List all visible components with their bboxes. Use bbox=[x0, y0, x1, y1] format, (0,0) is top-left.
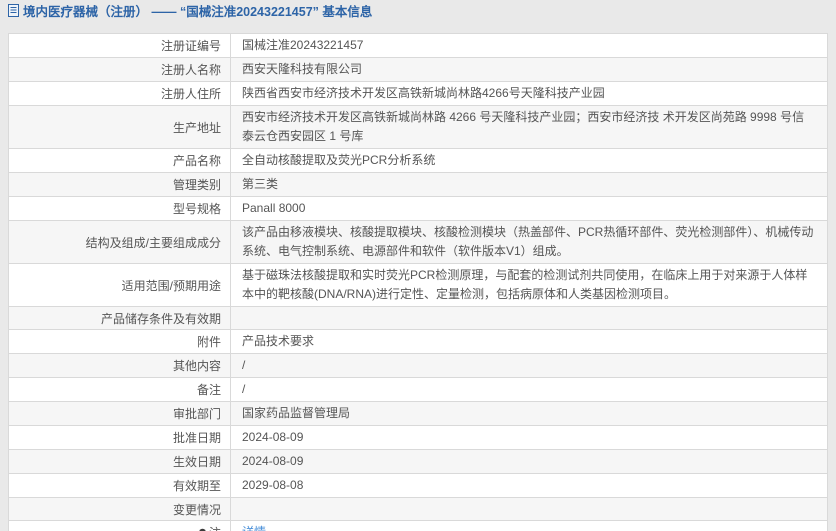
row-value-text: 该产品由移液模块、核酸提取模块、核酸检测模块（热盖部件、PCR热循环部件、荧光检… bbox=[242, 223, 816, 261]
row-label: 批准日期 bbox=[9, 426, 231, 449]
row-value-text: 2024-08-09 bbox=[242, 428, 303, 447]
row-label-text: 注册人住所 bbox=[161, 85, 221, 102]
table-row: 注 详情 bbox=[9, 521, 827, 531]
row-label: 注册证编号 bbox=[9, 34, 231, 57]
page-title: 境内医疗器械（注册） —— “国械注准20243221457” 基本信息 bbox=[23, 1, 372, 20]
page-header: 境内医疗器械（注册） —— “国械注准20243221457” 基本信息 bbox=[0, 0, 836, 18]
row-label: 注册人名称 bbox=[9, 58, 231, 81]
table-row: 产品储存条件及有效期 bbox=[9, 307, 827, 330]
row-value-text: 国家药品监督管理局 bbox=[242, 404, 350, 423]
row-label-text: 结构及组成/主要组成成分 bbox=[86, 234, 221, 251]
table-row: 备注 / bbox=[9, 378, 827, 402]
row-label: 管理类别 bbox=[9, 173, 231, 196]
table-row: 注册人名称 西安天隆科技有限公司 bbox=[9, 58, 827, 82]
row-label-text: 变更情况 bbox=[173, 501, 221, 518]
row-value: 国械注准20243221457 bbox=[231, 34, 827, 57]
row-label: 审批部门 bbox=[9, 402, 231, 425]
row-value: 陕西省西安市经济技术开发区高铁新城尚林路4266号天隆科技产业园 bbox=[231, 82, 827, 105]
table-row: 结构及组成/主要组成成分 该产品由移液模块、核酸提取模块、核酸检测模块（热盖部件、… bbox=[9, 221, 827, 264]
row-value: 全自动核酸提取及荧光PCR分析系统 bbox=[231, 149, 827, 172]
row-label-text: 型号规格 bbox=[173, 200, 221, 217]
table-row: 其他内容 / bbox=[9, 354, 827, 378]
table-row: 产品名称 全自动核酸提取及荧光PCR分析系统 bbox=[9, 149, 827, 173]
row-value-text: 产品技术要求 bbox=[242, 332, 314, 351]
row-value: Panall 8000 bbox=[231, 197, 827, 220]
document-icon bbox=[8, 4, 19, 17]
table-row: 型号规格 Panall 8000 bbox=[9, 197, 827, 221]
row-label-text: 备注 bbox=[197, 381, 221, 398]
row-label: 注册人住所 bbox=[9, 82, 231, 105]
row-value: 详情 bbox=[231, 521, 827, 531]
row-label-text: 生产地址 bbox=[173, 119, 221, 136]
row-value-text: 西安市经济技术开发区高铁新城尚林路 4266 号天隆科技产业园；西安市经济技 术… bbox=[242, 108, 816, 146]
table-row: 生产地址 西安市经济技术开发区高铁新城尚林路 4266 号天隆科技产业园；西安市经… bbox=[9, 106, 827, 149]
row-value-text: 全自动核酸提取及荧光PCR分析系统 bbox=[242, 151, 435, 170]
table-row: 审批部门 国家药品监督管理局 bbox=[9, 402, 827, 426]
row-value-text: / bbox=[242, 356, 245, 375]
row-label: 结构及组成/主要组成成分 bbox=[9, 221, 231, 263]
row-label: 注 bbox=[9, 521, 231, 531]
table-row: 注册证编号 国械注准20243221457 bbox=[9, 34, 827, 58]
table-row: 变更情况 bbox=[9, 498, 827, 521]
table-row: 管理类别 第三类 bbox=[9, 173, 827, 197]
row-value bbox=[231, 307, 827, 329]
row-label: 产品名称 bbox=[9, 149, 231, 172]
row-label-text: 批准日期 bbox=[173, 429, 221, 446]
table-row: 附件 产品技术要求 bbox=[9, 330, 827, 354]
row-label: 其他内容 bbox=[9, 354, 231, 377]
row-value: 产品技术要求 bbox=[231, 330, 827, 353]
row-value-text: 陕西省西安市经济技术开发区高铁新城尚林路4266号天隆科技产业园 bbox=[242, 84, 605, 103]
row-value-text: / bbox=[242, 380, 245, 399]
row-label-text: 附件 bbox=[197, 333, 221, 350]
row-value: 2024-08-09 bbox=[231, 426, 827, 449]
row-label: 附件 bbox=[9, 330, 231, 353]
row-label: 生产地址 bbox=[9, 106, 231, 148]
row-label-text: 审批部门 bbox=[173, 405, 221, 422]
row-value-text: 国械注准20243221457 bbox=[242, 36, 363, 55]
row-value: 第三类 bbox=[231, 173, 827, 196]
row-label-text: 适用范围/预期用途 bbox=[122, 277, 221, 294]
row-value: 基于磁珠法核酸提取和实时荧光PCR检测原理，与配套的检测试剂共同使用，在临床上用… bbox=[231, 264, 827, 306]
row-label: 型号规格 bbox=[9, 197, 231, 220]
row-value: 国家药品监督管理局 bbox=[231, 402, 827, 425]
row-value-text: 2029-08-08 bbox=[242, 476, 303, 495]
row-label-text: 产品储存条件及有效期 bbox=[101, 310, 221, 327]
row-value-text: Panall 8000 bbox=[242, 199, 305, 218]
row-value: / bbox=[231, 378, 827, 401]
registration-info-table: 注册证编号 国械注准20243221457 注册人名称 西安天隆科技有限公司注册人住所… bbox=[8, 33, 828, 531]
row-label-text: 注 bbox=[209, 524, 221, 531]
row-label: 生效日期 bbox=[9, 450, 231, 473]
row-label-text: 产品名称 bbox=[173, 152, 221, 169]
row-value: 2024-08-09 bbox=[231, 450, 827, 473]
row-value-text: 西安天隆科技有限公司 bbox=[242, 60, 362, 79]
row-label: 适用范围/预期用途 bbox=[9, 264, 231, 306]
row-label: 备注 bbox=[9, 378, 231, 401]
row-label-text: 有效期至 bbox=[173, 477, 221, 494]
row-label: 产品储存条件及有效期 bbox=[9, 307, 231, 329]
row-label: 变更情况 bbox=[9, 498, 231, 520]
page: 境内医疗器械（注册） —— “国械注准20243221457” 基本信息 注册证… bbox=[0, 0, 836, 531]
row-label-text: 注册证编号 bbox=[161, 37, 221, 54]
row-value: / bbox=[231, 354, 827, 377]
row-label-text: 其他内容 bbox=[173, 357, 221, 374]
detail-link[interactable]: 详情 bbox=[242, 523, 266, 531]
row-label-text: 管理类别 bbox=[173, 176, 221, 193]
table-row: 注册人住所 陕西省西安市经济技术开发区高铁新城尚林路4266号天隆科技产业园 bbox=[9, 82, 827, 106]
row-value-text: 第三类 bbox=[242, 175, 278, 194]
row-value bbox=[231, 498, 827, 520]
table-row: 批准日期 2024-08-09 bbox=[9, 426, 827, 450]
row-value-text: 2024-08-09 bbox=[242, 452, 303, 471]
row-value-text: 基于磁珠法核酸提取和实时荧光PCR检测原理，与配套的检测试剂共同使用，在临床上用… bbox=[242, 266, 816, 304]
row-label-text: 生效日期 bbox=[173, 453, 221, 470]
table-row: 有效期至 2029-08-08 bbox=[9, 474, 827, 498]
table-row: 生效日期 2024-08-09 bbox=[9, 450, 827, 474]
row-value: 该产品由移液模块、核酸提取模块、核酸检测模块（热盖部件、PCR热循环部件、荧光检… bbox=[231, 221, 827, 263]
row-label-text: 注册人名称 bbox=[161, 61, 221, 78]
table-row: 适用范围/预期用途 基于磁珠法核酸提取和实时荧光PCR检测原理，与配套的检测试剂共… bbox=[9, 264, 827, 307]
row-value: 西安天隆科技有限公司 bbox=[231, 58, 827, 81]
row-value: 2029-08-08 bbox=[231, 474, 827, 497]
row-value: 西安市经济技术开发区高铁新城尚林路 4266 号天隆科技产业园；西安市经济技 术… bbox=[231, 106, 827, 148]
row-label: 有效期至 bbox=[9, 474, 231, 497]
